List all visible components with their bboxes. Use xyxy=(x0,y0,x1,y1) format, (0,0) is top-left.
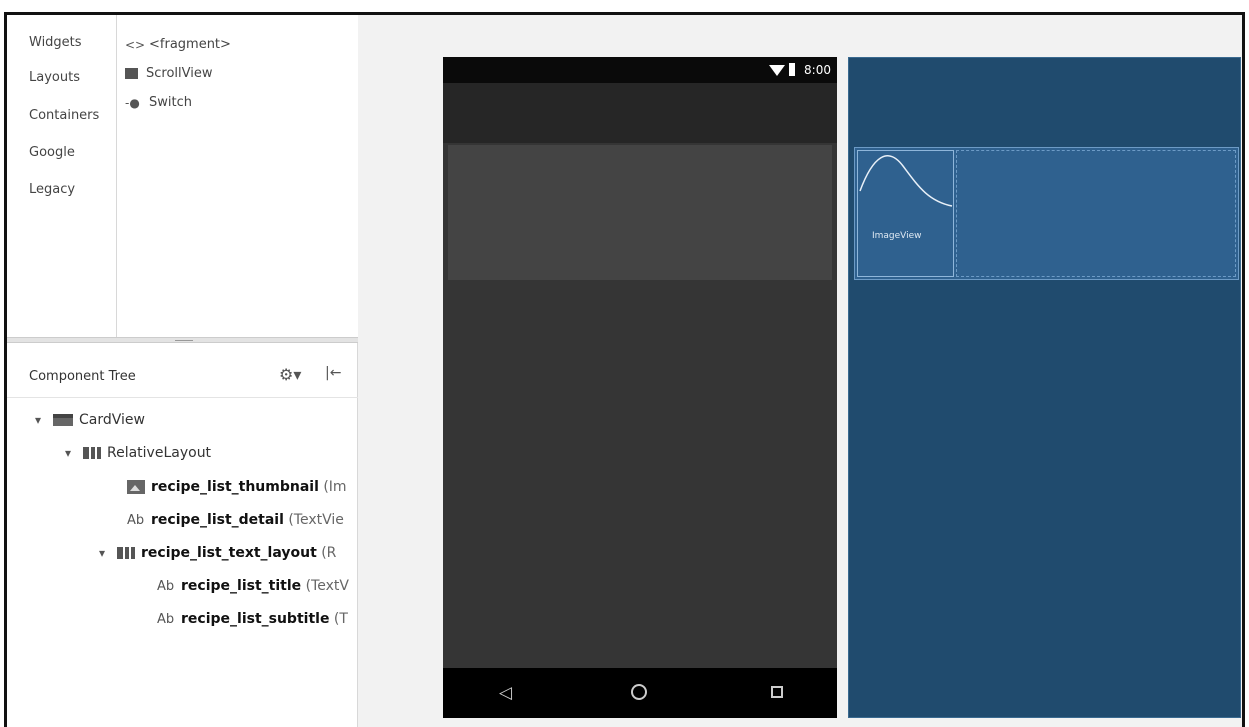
palette-panel: Widgets Layouts Containers Google Legacy… xyxy=(7,15,358,337)
design-preview[interactable]: 8:00 ◁ xyxy=(443,57,837,718)
palette-category-widgets[interactable]: Widgets xyxy=(29,35,82,50)
palette-item-label: ScrollView xyxy=(146,66,213,81)
tree-node-recipe-list-title[interactable]: Ab recipe_list_title (TextV xyxy=(157,578,349,594)
fragment-icon: <> xyxy=(125,37,146,52)
tree-node-id: recipe_list_thumbnail xyxy=(151,479,319,495)
image-placeholder-curve xyxy=(859,155,953,207)
imageview-icon xyxy=(127,480,145,494)
app-bar xyxy=(443,83,837,143)
palette-item-fragment[interactable]: <> <fragment> xyxy=(125,37,231,52)
tree-node-recipe-list-detail[interactable]: Ab recipe_list_detail (TextVie xyxy=(127,512,344,528)
textview-icon: Ab xyxy=(127,512,145,528)
collapse-icon[interactable]: |← xyxy=(325,365,341,381)
palette-categories: Widgets Layouts Containers Google Legacy xyxy=(7,15,117,337)
chevron-down-icon[interactable]: ▾ xyxy=(99,546,117,560)
imageview-label: ImageView xyxy=(872,231,922,241)
tree-node-cardview[interactable]: ▾ CardView xyxy=(35,412,145,428)
blueprint-imageview[interactable]: ImageView xyxy=(857,150,954,277)
component-tree-header: Component Tree ⚙▾ |← xyxy=(7,343,358,398)
blueprint-text-layout[interactable] xyxy=(956,150,1236,277)
textview-icon: Ab xyxy=(157,611,175,627)
tree-node-type: (R xyxy=(321,545,337,561)
cardview-icon xyxy=(53,414,73,426)
back-icon: ◁ xyxy=(499,683,513,703)
cardview-preview[interactable] xyxy=(448,145,832,280)
tree-node-type: (Im xyxy=(323,479,347,495)
component-tree-title: Component Tree xyxy=(29,369,136,384)
blueprint-cardview[interactable]: ImageView xyxy=(854,147,1239,280)
component-tree-panel: Component Tree ⚙▾ |← ▾ CardView ▾ Relati… xyxy=(7,343,358,727)
palette-item-switch[interactable]: -● Switch xyxy=(125,95,192,110)
layout-editor-window: Widgets Layouts Containers Google Legacy… xyxy=(4,12,1245,727)
chevron-down-icon[interactable]: ▾ xyxy=(35,413,53,427)
tree-node-id: recipe_list_text_layout xyxy=(141,545,317,561)
blueprint-view[interactable]: ImageView xyxy=(848,57,1241,718)
tree-node-relativelayout[interactable]: ▾ RelativeLayout xyxy=(65,445,211,461)
home-icon xyxy=(631,684,647,700)
status-time: 8:00 xyxy=(804,63,831,77)
recents-icon xyxy=(771,686,783,698)
splitter-grip xyxy=(175,340,193,341)
relativelayout-icon xyxy=(83,447,101,459)
tree-node-label: RelativeLayout xyxy=(107,445,212,461)
palette-item-scrollview[interactable]: ScrollView xyxy=(125,66,213,81)
tree-node-type: (TextV xyxy=(305,578,349,594)
tree-node-type: (TextVie xyxy=(288,512,344,528)
palette-item-label: <fragment> xyxy=(149,37,231,52)
gear-icon[interactable]: ⚙▾ xyxy=(279,365,301,384)
tree-node-type: (T xyxy=(333,611,348,627)
tree-node-label: CardView xyxy=(79,412,145,428)
palette-item-label: Switch xyxy=(149,95,192,110)
tree-node-recipe-list-text-layout[interactable]: ▾ recipe_list_text_layout (R xyxy=(99,545,336,561)
battery-icon xyxy=(789,63,795,76)
relativelayout-icon xyxy=(117,547,135,559)
switch-icon: -● xyxy=(125,95,140,110)
textview-icon: Ab xyxy=(157,578,175,594)
tree-node-recipe-list-thumbnail[interactable]: recipe_list_thumbnail (Im xyxy=(127,479,347,495)
tree-node-recipe-list-subtitle[interactable]: Ab recipe_list_subtitle (T xyxy=(157,611,348,627)
palette-category-google[interactable]: Google xyxy=(29,145,75,160)
status-bar: 8:00 xyxy=(443,57,837,83)
tree-node-id: recipe_list_detail xyxy=(151,512,284,528)
palette-category-containers[interactable]: Containers xyxy=(29,108,99,123)
chevron-down-icon[interactable]: ▾ xyxy=(65,446,83,460)
navigation-bar: ◁ xyxy=(443,668,837,718)
tree-node-id: recipe_list_subtitle xyxy=(181,611,330,627)
tree-node-id: recipe_list_title xyxy=(181,578,302,594)
wifi-icon xyxy=(769,65,785,76)
palette-category-layouts[interactable]: Layouts xyxy=(29,70,80,85)
scrollview-icon xyxy=(125,68,138,79)
palette-category-legacy[interactable]: Legacy xyxy=(29,182,75,197)
